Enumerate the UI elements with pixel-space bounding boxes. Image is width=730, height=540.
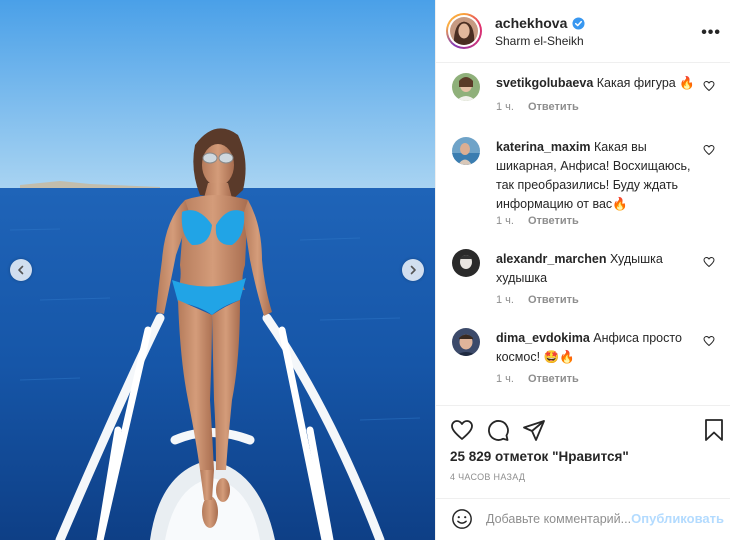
heart-icon[interactable] (703, 80, 715, 92)
heart-icon[interactable] (703, 256, 715, 268)
comment-meta: 1 ч. Ответить (496, 294, 579, 306)
comment-text: Какая фигура 🔥 (596, 76, 695, 90)
author-avatar-image (450, 17, 478, 45)
heart-icon[interactable] (703, 335, 715, 347)
comments-list: svetikgolubaeva Какая фигура 🔥 1 ч. Отве… (436, 63, 730, 405)
heart-icon[interactable] (703, 144, 715, 156)
post-header: achekhova Sharm el-Sheikh ••• (436, 0, 730, 63)
verified-icon (572, 16, 585, 30)
comment-text-block: katerina_maxim Какая вы шикарная, Анфиса… (496, 138, 696, 214)
reply-button[interactable]: Ответить (528, 215, 579, 227)
post-actions: 25 829 отметок "Нравится" 4 ЧАСОВ НАЗАД (436, 405, 730, 498)
author-avatar[interactable] (446, 13, 482, 49)
reply-button[interactable]: Ответить (528, 101, 579, 113)
reply-button[interactable]: Ответить (528, 294, 579, 306)
chevron-right-icon (410, 265, 416, 275)
carousel-next-button[interactable] (402, 259, 424, 281)
comment-text-block: alexandr_marchen Худышка худышка (496, 250, 696, 288)
like-heart-icon[interactable] (450, 418, 474, 442)
likes-count[interactable]: 25 829 отметок "Нравится" (450, 449, 629, 464)
comment-username[interactable]: svetikgolubaeva (496, 76, 593, 90)
comment-text-block: dima_evdokima Анфиса просто космос! 🤩🔥 (496, 329, 696, 367)
author-username[interactable]: achekhova (495, 15, 585, 31)
post-time-ago[interactable]: 4 ЧАСОВ НАЗАД (450, 472, 525, 482)
comment-username[interactable]: katerina_maxim (496, 140, 591, 154)
photo-scene (0, 0, 435, 540)
post-side-panel: achekhova Sharm el-Sheikh ••• svetikgolu… (435, 0, 730, 540)
comment-time[interactable]: 1 ч. (496, 294, 514, 306)
comment-time[interactable]: 1 ч. (496, 373, 514, 385)
chevron-left-icon (18, 265, 24, 275)
comment-text-block: svetikgolubaeva Какая фигура 🔥 (496, 74, 696, 93)
smiley-icon[interactable] (451, 508, 473, 530)
comment-username[interactable]: alexandr_marchen (496, 252, 606, 266)
comment-time[interactable]: 1 ч. (496, 101, 514, 113)
carousel-prev-button[interactable] (10, 259, 32, 281)
reply-button[interactable]: Ответить (528, 373, 579, 385)
add-comment-bar: Опубликовать (436, 498, 730, 540)
comment-meta: 1 ч. Ответить (496, 373, 579, 385)
post-location[interactable]: Sharm el-Sheikh (495, 34, 584, 48)
commenter-avatar[interactable] (452, 328, 480, 356)
bookmark-icon[interactable] (702, 418, 726, 442)
author-username-text[interactable]: achekhova (495, 15, 567, 31)
post-photo[interactable] (0, 0, 435, 540)
share-icon[interactable] (522, 418, 546, 442)
comment-meta: 1 ч. Ответить (496, 101, 579, 113)
commenter-avatar[interactable] (452, 249, 480, 277)
comment-time[interactable]: 1 ч. (496, 215, 514, 227)
comment-input[interactable] (486, 509, 636, 529)
commenter-avatar[interactable] (452, 137, 480, 165)
more-options-button[interactable]: ••• (701, 24, 721, 42)
comment-username[interactable]: dima_evdokima (496, 331, 590, 345)
publish-button[interactable]: Опубликовать (631, 511, 724, 526)
comment-meta: 1 ч. Ответить (496, 215, 579, 227)
comment-icon[interactable] (486, 418, 510, 442)
commenter-avatar[interactable] (452, 73, 480, 101)
